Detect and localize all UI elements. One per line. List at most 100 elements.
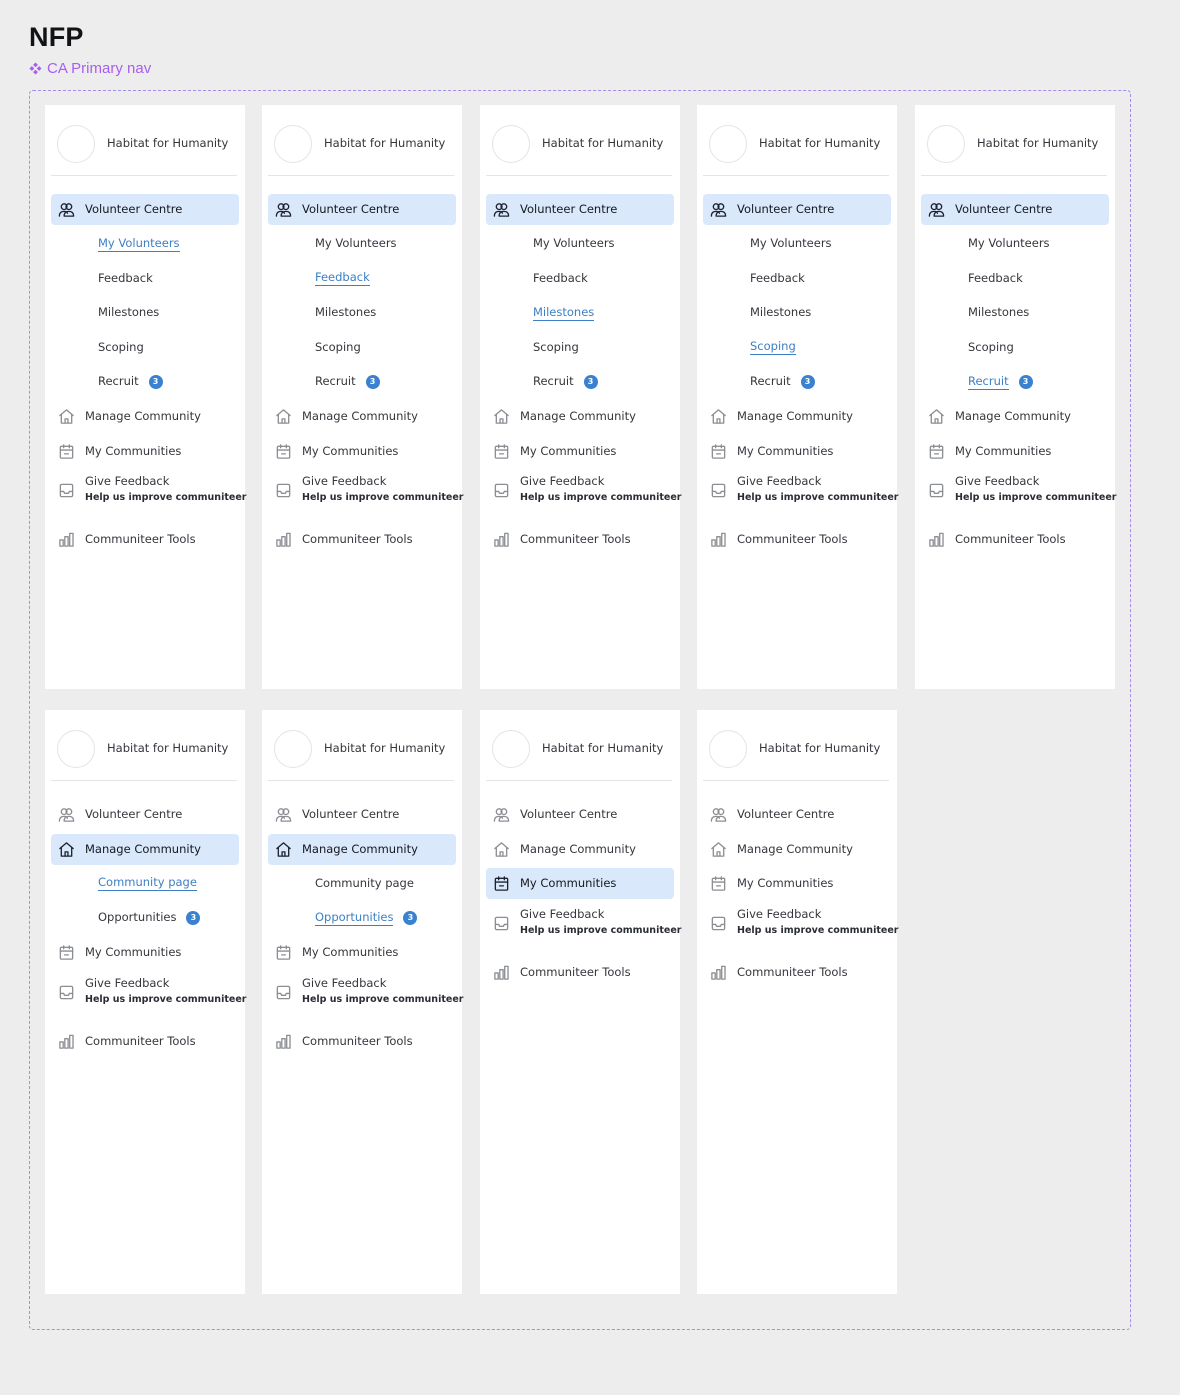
nav-item-communiteer-tools[interactable]: Communiteer Tools (268, 1026, 456, 1057)
nav-item-my-communities[interactable]: My Communities (268, 937, 456, 968)
nav-item-communiteer-tools[interactable]: Communiteer Tools (51, 524, 239, 555)
subnav-item-milestones[interactable]: Milestones (98, 302, 159, 324)
nav-item-volunteer-centre[interactable]: Volunteer Centre (703, 799, 891, 830)
nav-item-give-feedback[interactable]: Give Feedback Help us improve communiteer (703, 903, 898, 943)
people-icon (275, 201, 292, 218)
nav-item-sublabel: Help us improve communiteer (302, 993, 464, 1005)
subnav-item-my-volunteers[interactable]: My Volunteers (750, 233, 832, 255)
nav-item-communiteer-tools[interactable]: Communiteer Tools (703, 957, 891, 988)
org-header[interactable]: Habitat for Humanity (486, 710, 672, 781)
nav-item-give-feedback[interactable]: Give Feedback Help us improve communiteer (51, 972, 246, 1012)
org-header[interactable]: Habitat for Humanity (921, 105, 1107, 176)
subnav-item-feedback[interactable]: Feedback (315, 267, 370, 289)
nav-item-my-communities[interactable]: My Communities (703, 436, 891, 467)
subnav-item-milestones[interactable]: Milestones (315, 302, 376, 324)
nav-item-give-feedback[interactable]: Give Feedback Help us improve communiteer (921, 470, 1116, 510)
subnav-item-my-volunteers[interactable]: My Volunteers (533, 233, 615, 255)
org-name: Habitat for Humanity (542, 136, 664, 150)
subnav-item-recruit[interactable]: Recruit 3 (968, 371, 1033, 393)
nav-item-label: My Communities (737, 876, 834, 890)
org-header[interactable]: Habitat for Humanity (703, 710, 889, 781)
subnav-item-my-volunteers[interactable]: My Volunteers (315, 233, 397, 255)
nav-item-manage-community[interactable]: Manage Community (268, 401, 456, 432)
nav-item-volunteer-centre[interactable]: Volunteer Centre (51, 799, 239, 830)
nav-item-volunteer-centre[interactable]: Volunteer Centre (486, 194, 674, 225)
subnav-item-community-page[interactable]: Community page (98, 872, 197, 894)
subnav-item-my-volunteers[interactable]: My Volunteers (98, 233, 180, 255)
nav-item-manage-community[interactable]: Manage Community (51, 401, 239, 432)
nav-item-communiteer-tools[interactable]: Communiteer Tools (51, 1026, 239, 1057)
nav-item-give-feedback[interactable]: Give Feedback Help us improve communiteer (486, 470, 681, 510)
primary-nav-panel: Habitat for Humanity Volunteer Centre Mana… (697, 710, 898, 1294)
component-label[interactable]: CA Primary nav (29, 60, 151, 77)
subnav-item-community-page[interactable]: Community page (315, 872, 414, 894)
subnav-item-scoping[interactable]: Scoping (533, 336, 579, 358)
nav-item-label: Communiteer Tools (302, 532, 413, 546)
subnav-item-label: Milestones (98, 305, 160, 319)
subnav-item-label: Scoping (533, 339, 579, 354)
nav-item-my-communities[interactable]: My Communities (703, 868, 891, 899)
subnav-item-opportunities[interactable]: Opportunities 3 (315, 907, 418, 929)
org-header[interactable]: Habitat for Humanity (268, 710, 454, 781)
org-header[interactable]: Habitat for Humanity (51, 105, 237, 176)
subnav-item-milestones[interactable]: Milestones (968, 302, 1029, 324)
inbox-icon (710, 482, 727, 499)
subnav-item-label: Feedback (315, 270, 370, 286)
nav-item-volunteer-centre[interactable]: Volunteer Centre (921, 194, 1109, 225)
nav-item-manage-community[interactable]: Manage Community (268, 833, 456, 865)
nav-item-manage-community[interactable]: Manage Community (51, 833, 239, 865)
nav-item-volunteer-centre[interactable]: Volunteer Centre (51, 194, 239, 225)
nav-item-volunteer-centre[interactable]: Volunteer Centre (268, 194, 456, 225)
nav-item-volunteer-centre[interactable]: Volunteer Centre (268, 799, 456, 830)
org-header[interactable]: Habitat for Humanity (268, 105, 454, 176)
nav-item-give-feedback[interactable]: Give Feedback Help us improve communiteer (486, 903, 681, 943)
nav-item-my-communities[interactable]: My Communities (486, 868, 674, 899)
nav-item-volunteer-centre[interactable]: Volunteer Centre (703, 194, 891, 225)
nav-item-manage-community[interactable]: Manage Community (486, 401, 674, 432)
org-header[interactable]: Habitat for Humanity (486, 105, 672, 176)
org-header[interactable]: Habitat for Humanity (703, 105, 889, 176)
home-icon (275, 841, 292, 858)
subnav-item-milestones[interactable]: Milestones (750, 302, 811, 324)
subnav-item-milestones[interactable]: Milestones (533, 302, 595, 324)
subnav-item-opportunities[interactable]: Opportunities 3 (98, 907, 201, 929)
subnav-item-scoping[interactable]: Scoping (98, 336, 144, 358)
nav-item-my-communities[interactable]: My Communities (268, 436, 456, 467)
nav-item-give-feedback[interactable]: Give Feedback Help us improve communiteer (51, 470, 246, 510)
nav-item-manage-community[interactable]: Manage Community (921, 401, 1109, 432)
subnav-item-feedback[interactable]: Feedback (98, 267, 153, 289)
subnav-item-recruit[interactable]: Recruit 3 (315, 371, 380, 393)
nav-item-give-feedback[interactable]: Give Feedback Help us improve communiteer (268, 972, 463, 1012)
nav-item-manage-community[interactable]: Manage Community (703, 834, 891, 865)
subnav-item-scoping[interactable]: Scoping (315, 336, 361, 358)
nav-item-communiteer-tools[interactable]: Communiteer Tools (486, 957, 674, 988)
subnav-item-recruit[interactable]: Recruit 3 (533, 371, 598, 393)
subnav-item-my-volunteers[interactable]: My Volunteers (968, 233, 1050, 255)
calendar-icon (493, 875, 510, 892)
org-avatar (709, 730, 747, 768)
subnav-item-scoping[interactable]: Scoping (968, 336, 1014, 358)
nav-item-communiteer-tools[interactable]: Communiteer Tools (268, 524, 456, 555)
nav-item-my-communities[interactable]: My Communities (51, 436, 239, 467)
subnav-item-scoping[interactable]: Scoping (750, 336, 796, 358)
org-header[interactable]: Habitat for Humanity (51, 710, 237, 781)
nav-item-my-communities[interactable]: My Communities (51, 937, 239, 968)
nav-item-manage-community[interactable]: Manage Community (703, 401, 891, 432)
nav-item-my-communities[interactable]: My Communities (921, 436, 1109, 467)
nav-item-sublabel: Help us improve communiteer (520, 492, 682, 503)
nav-item-manage-community[interactable]: Manage Community (486, 834, 674, 865)
nav-item-communiteer-tools[interactable]: Communiteer Tools (703, 524, 891, 555)
count-badge: 3 (148, 374, 163, 389)
nav-item-communiteer-tools[interactable]: Communiteer Tools (486, 524, 674, 555)
nav-item-give-feedback[interactable]: Give Feedback Help us improve communiteer (703, 470, 898, 510)
nav-item-my-communities[interactable]: My Communities (486, 436, 674, 467)
nav-item-label: My Communities (85, 443, 182, 458)
nav-item-give-feedback[interactable]: Give Feedback Help us improve communiteer (268, 470, 463, 510)
subnav-item-feedback[interactable]: Feedback (533, 267, 588, 289)
nav-item-volunteer-centre[interactable]: Volunteer Centre (486, 799, 674, 830)
nav-item-communiteer-tools[interactable]: Communiteer Tools (921, 524, 1109, 555)
subnav-item-recruit[interactable]: Recruit 3 (750, 371, 815, 393)
subnav-item-feedback[interactable]: Feedback (750, 267, 805, 289)
subnav-item-recruit[interactable]: Recruit 3 (98, 371, 163, 393)
subnav-item-feedback[interactable]: Feedback (968, 267, 1023, 289)
